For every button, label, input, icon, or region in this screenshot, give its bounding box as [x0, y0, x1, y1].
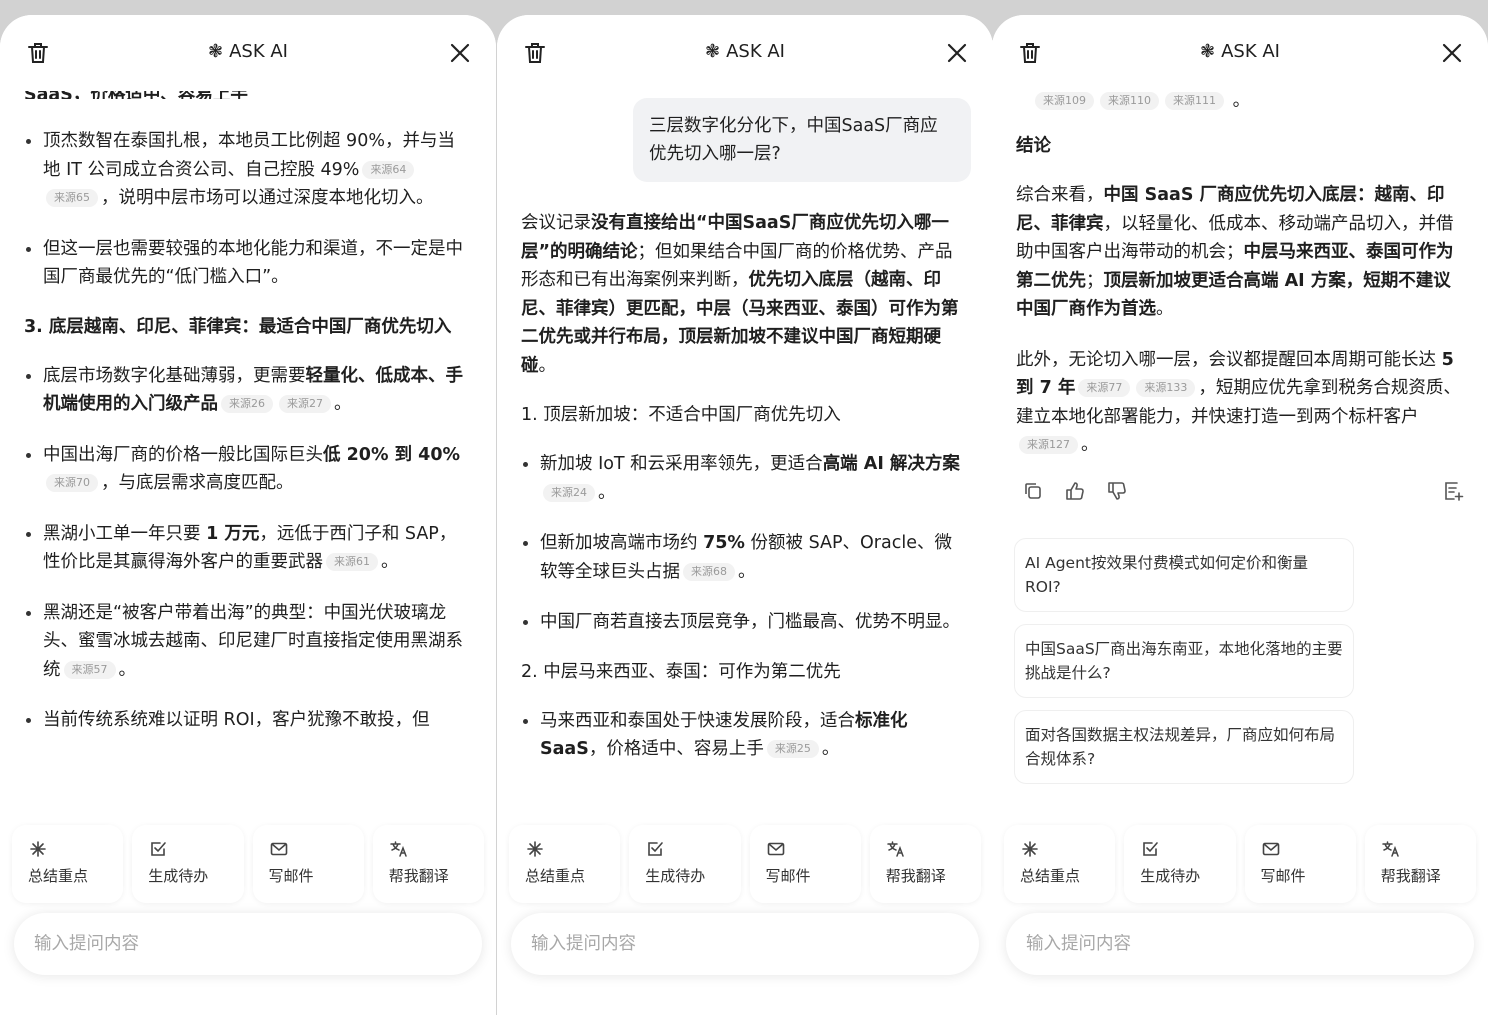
- chip-email[interactable]: 写邮件: [749, 825, 861, 903]
- chip-translate[interactable]: 帮我翻译: [372, 825, 484, 903]
- question-input[interactable]: [531, 934, 959, 954]
- close-icon[interactable]: [448, 41, 472, 65]
- list-item: 但这一层也需要较强的本地化能力和渠道，不一定是中国厂商最优先的“低门槛入口”。: [24, 235, 472, 292]
- chip-todo[interactable]: 生成待办: [132, 825, 244, 903]
- answer-content: 顶杰数智在泰国扎根，本地员工比例超 90%，并与当地 IT 公司成立合资公司、自…: [24, 127, 472, 757]
- fade-overlay: [0, 975, 496, 1015]
- list-item: 中国出海厂商的价格一般比国际巨头低 20% 到 40%来源70 ，与底层需求高度匹…: [24, 441, 472, 498]
- header-title: ❃ ASK AI: [208, 41, 288, 62]
- answer-content: 结论 综合来看，中国 SaaS 厂商应优先切入底层：越南、印尼、菲律宾，以轻量化…: [1016, 133, 1464, 482]
- asterisk-icon: [1022, 841, 1038, 857]
- source-badge[interactable]: 来源111: [1165, 92, 1224, 110]
- list-item: 当前传统系统难以证明 ROI，客户犹豫不敢投，但: [24, 706, 472, 735]
- section-heading: 2. 中层马来西亚、泰国：可作为第二优先: [521, 661, 841, 682]
- list-item: 黑湖还是“被客户带着出海”的典型：中国光伏玻璃龙头、蜜雪冰城去越南、印尼建厂时直…: [24, 599, 472, 685]
- source-badge[interactable]: 来源127: [1019, 436, 1078, 454]
- extra-paragraph: 此外，无论切入哪一层，会议都提醒回本周期可能长达 5 到 7 年来源77 来源13…: [1016, 349, 1461, 456]
- list-item: 黑湖小工单一年只要 1 万元，远低于西门子和 SAP，性价比是其赢得海外客户的重…: [24, 520, 472, 577]
- chip-translate[interactable]: 帮我翻译: [869, 825, 981, 903]
- answer-actions: [1022, 480, 1464, 504]
- source-badge[interactable]: 来源77: [1078, 379, 1131, 397]
- section-heading: 3. 底层越南、印尼、菲律宾：最适合中国厂商优先切入: [24, 316, 452, 337]
- source-badge[interactable]: 来源26: [221, 395, 273, 413]
- mail-icon: [270, 842, 287, 856]
- answer-paragraph: 会议记录没有直接给出“中国SaaS厂商应优先切入哪一层”的明确结论；但如果结合中…: [521, 213, 959, 376]
- header: ❃ ASK AI: [497, 15, 993, 91]
- source-badge[interactable]: 来源70: [46, 474, 98, 492]
- ai-spark-icon: ❃: [208, 41, 224, 62]
- translate-icon: [887, 841, 904, 857]
- ai-spark-icon: ❃: [705, 41, 721, 62]
- header-title: ❃ ASK AI: [705, 41, 785, 62]
- ai-spark-icon: ❃: [1200, 41, 1216, 62]
- mail-icon: [767, 842, 784, 856]
- header: ❃ ASK AI: [0, 15, 496, 91]
- fade-overlay: [497, 975, 993, 1015]
- check-square-icon: [648, 842, 664, 856]
- source-badge[interactable]: 来源64: [362, 160, 415, 179]
- header-title: ❃ ASK AI: [1200, 41, 1280, 62]
- question-input-bar[interactable]: [14, 913, 482, 975]
- list-item: 但新加坡高端市场约 75% 份额被 SAP、Oracle、微软等全球巨头占据 来源…: [521, 529, 969, 586]
- chat-panel-1: ❃ ASK AI SaaS，价格适中、容易上手 顶杰数智在泰国扎根，本地员工比例超…: [0, 15, 496, 1015]
- question-input-bar[interactable]: [1006, 913, 1474, 975]
- close-icon[interactable]: [1440, 41, 1464, 65]
- source-badge[interactable]: 来源61: [326, 553, 378, 571]
- section-heading: 1. 顶层新加坡：不适合中国厂商优先切入: [521, 405, 841, 425]
- copy-icon[interactable]: [1022, 480, 1044, 502]
- source-badge[interactable]: 来源109: [1035, 92, 1094, 110]
- list-item: 马来西亚和泰国处于快速发展阶段，适合标准化 SaaS，价格适中、容易上手 来源25…: [521, 707, 969, 764]
- question-input-bar[interactable]: [511, 913, 979, 975]
- check-square-icon: [151, 842, 167, 856]
- translate-icon: [1382, 841, 1399, 857]
- list-item: 顶杰数智在泰国扎根，本地员工比例超 90%，并与当地 IT 公司成立合资公司、自…: [24, 127, 472, 213]
- list-item: 中国厂商若直接去顶层竞争，门槛最高、优势不明显。: [521, 608, 969, 637]
- source-badge[interactable]: 来源57: [63, 660, 116, 679]
- suggested-question[interactable]: 中国SaaS厂商出海东南亚，本地化落地的主要挑战是什么?: [1014, 624, 1354, 698]
- chip-summarize[interactable]: 总结重点: [12, 825, 124, 903]
- user-question-bubble: 三层数字化分化下，中国SaaS厂商应优先切入哪一层?: [633, 98, 971, 182]
- question-input[interactable]: [1026, 934, 1454, 954]
- translate-icon: [390, 841, 407, 857]
- list-item: 底层市场数字化基础薄弱，更需要轻量化、低成本、手机端使用的入门级产品 来源26 来源…: [24, 362, 472, 419]
- conclusion-heading: 结论: [1016, 136, 1051, 156]
- chip-todo[interactable]: 生成待办: [629, 825, 741, 903]
- conclusion-paragraph: 综合来看，中国 SaaS 厂商应优先切入底层：越南、印尼、菲律宾，以轻量化、低成…: [1016, 185, 1454, 319]
- suggested-question[interactable]: 面对各国数据主权法规差异，厂商应如何布局合规体系?: [1014, 710, 1354, 784]
- header: ❃ ASK AI: [992, 15, 1488, 91]
- mail-icon: [1262, 842, 1279, 856]
- chip-translate[interactable]: 帮我翻译: [1364, 825, 1476, 903]
- source-badge[interactable]: 来源24: [543, 483, 595, 502]
- quick-action-chips: 总结重点 生成待办 写邮件 帮我翻译: [1004, 825, 1476, 903]
- source-badge[interactable]: 来源25: [766, 740, 819, 758]
- source-badge[interactable]: 来源133: [1136, 379, 1196, 397]
- quick-action-chips: 总结重点 生成待办 写邮件 帮我翻译: [12, 825, 484, 903]
- chip-email[interactable]: 写邮件: [1244, 825, 1356, 903]
- chip-email[interactable]: 写邮件: [252, 825, 364, 903]
- thumbs-up-icon[interactable]: [1064, 480, 1086, 502]
- source-badge[interactable]: 来源27: [279, 395, 331, 413]
- source-badge[interactable]: 来源65: [46, 189, 98, 207]
- asterisk-icon: [527, 841, 543, 857]
- source-badge[interactable]: 来源110: [1100, 92, 1159, 110]
- check-square-icon: [1143, 842, 1159, 856]
- chip-summarize[interactable]: 总结重点: [1004, 825, 1116, 903]
- quick-action-chips: 总结重点 生成待办 写邮件 帮我翻译: [509, 825, 981, 903]
- note-add-icon[interactable]: [1442, 480, 1464, 502]
- close-icon[interactable]: [945, 41, 969, 65]
- chip-summarize[interactable]: 总结重点: [509, 825, 621, 903]
- chat-panel-2: ❃ ASK AI 三层数字化分化下，中国SaaS厂商应优先切入哪一层? 会议记录没…: [497, 15, 993, 1015]
- answer-content: 会议记录没有直接给出“中国SaaS厂商应优先切入哪一层”的明确结论；但如果结合中…: [521, 209, 969, 786]
- list-item: 新加坡 IoT 和云采用率领先，更适合高端 AI 解决方案来源24。: [521, 450, 969, 507]
- thumbs-down-icon[interactable]: [1106, 480, 1128, 502]
- chip-todo[interactable]: 生成待办: [1124, 825, 1236, 903]
- suggested-question[interactable]: AI Agent按效果付费模式如何定价和衡量ROI?: [1014, 538, 1354, 612]
- question-input[interactable]: [34, 934, 462, 954]
- asterisk-icon: [30, 841, 46, 857]
- source-badge[interactable]: 来源68: [683, 562, 735, 581]
- chat-panel-3: ❃ ASK AI 来源109 来源110 来源111 。 结论 综合来看，中国 Saa…: [992, 15, 1488, 1015]
